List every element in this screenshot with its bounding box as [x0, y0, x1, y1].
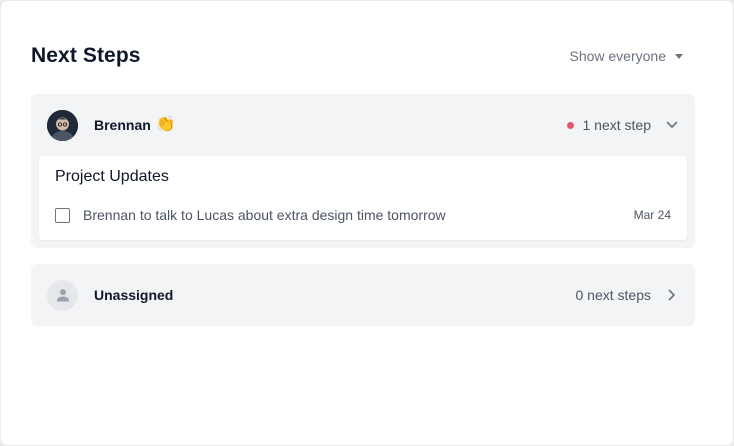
card-header: Next Steps Show everyone [31, 41, 695, 71]
caret-down-icon [675, 53, 683, 59]
person-name: Unassigned [94, 287, 174, 303]
project-title: Project Updates [55, 168, 169, 185]
project-card: Project Updates Brennan to talk to Lucas… [39, 156, 687, 240]
chevron-down-icon[interactable] [665, 118, 679, 132]
task-text: Brennan to talk to Lucas about extra des… [83, 207, 446, 223]
person-group-header[interactable]: Brennan 👏 1 next step [31, 94, 695, 156]
person-icon [47, 279, 78, 311]
next-step-count: 1 next step [582, 117, 652, 133]
person-group-unassigned: Unassigned 0 next steps [31, 264, 695, 326]
next-step-count: 0 next steps [575, 287, 652, 303]
show-everyone-dropdown[interactable]: Show everyone [569, 48, 683, 64]
task-row: Brennan to talk to Lucas about extra des… [55, 206, 671, 224]
chevron-right-icon[interactable] [665, 288, 679, 302]
status-dot [566, 121, 574, 129]
avatar [47, 109, 78, 141]
next-steps-card: Next Steps Show everyone Brennan 👏 1 nex… [1, 1, 733, 445]
filter-label: Show everyone [569, 48, 666, 64]
person-name: Brennan [94, 117, 151, 133]
task-checkbox[interactable] [55, 207, 70, 223]
person-group-brennan: Brennan 👏 1 next step Project Updates Br… [31, 94, 695, 248]
clapping-hands-icon: 👏 [155, 116, 176, 133]
person-group-header[interactable]: Unassigned 0 next steps [31, 264, 695, 326]
task-date: Mar 24 [633, 208, 671, 222]
page-title: Next Steps [31, 44, 141, 67]
